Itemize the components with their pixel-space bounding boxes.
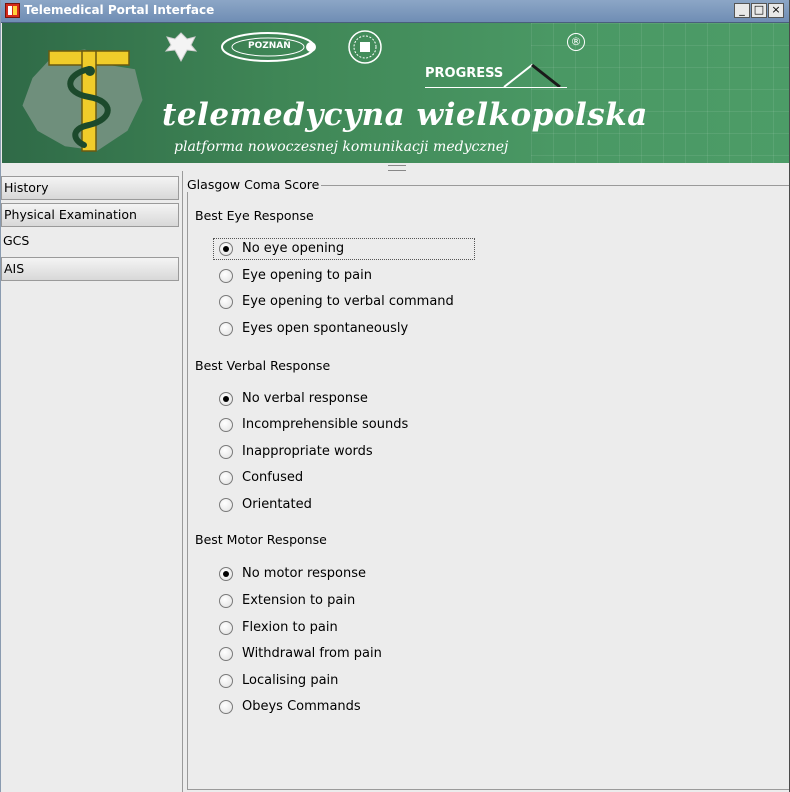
- radio-selected-icon[interactable]: [219, 567, 233, 581]
- progress-logo: PROGRESS: [425, 66, 504, 81]
- radio-label: Eye opening to verbal command: [242, 294, 454, 309]
- radio-unselected-icon[interactable]: [219, 621, 233, 635]
- sidebar-item-ais[interactable]: AIS: [1, 257, 179, 281]
- telemedicine-logo-icon: [48, 50, 130, 152]
- radio-unselected-icon[interactable]: [219, 471, 233, 485]
- sidebar-item-gcs[interactable]: GCS: [1, 230, 179, 254]
- university-seal-icon: [348, 30, 382, 64]
- radio-label: Incomprehensible sounds: [242, 417, 409, 432]
- motor-response-label: Best Motor Response: [195, 532, 327, 547]
- maximize-button[interactable]: □: [751, 3, 767, 18]
- app-window: Telemedical Portal Interface _ □ × POZNA…: [0, 0, 790, 792]
- radio-label: Extension to pain: [242, 593, 356, 608]
- eye-response-label: Best Eye Response: [195, 208, 314, 223]
- radio-label: Eye opening to pain: [242, 268, 372, 283]
- close-button[interactable]: ×: [768, 3, 784, 18]
- radio-unselected-icon[interactable]: [219, 498, 233, 512]
- radio-label: Orientated: [242, 497, 312, 512]
- radio-unselected-icon[interactable]: [219, 674, 233, 688]
- radio-selected-icon[interactable]: [219, 242, 233, 256]
- radio-label: Obeys Commands: [242, 699, 361, 714]
- app-icon: [5, 3, 20, 18]
- poznan-badge-text: POZNAŃ: [248, 41, 291, 51]
- verbal-response-label: Best Verbal Response: [195, 358, 331, 373]
- radio-label: Localising pain: [242, 673, 339, 688]
- title-bar[interactable]: Telemedical Portal Interface _ □ ×: [1, 0, 790, 23]
- radio-unselected-icon[interactable]: [219, 594, 233, 608]
- radio-unselected-icon[interactable]: [219, 269, 233, 283]
- radio-unselected-icon[interactable]: [219, 295, 233, 309]
- radio-label: Inappropriate words: [242, 444, 373, 459]
- banner-title: telemedycyna wielkopolska: [162, 97, 648, 133]
- window-title: Telemedical Portal Interface: [24, 3, 215, 17]
- radio-unselected-icon[interactable]: [219, 418, 233, 432]
- radio-label: No eye opening: [242, 241, 345, 256]
- progress-swoosh-icon: [503, 63, 561, 89]
- sidebar-item-history[interactable]: History: [1, 176, 179, 200]
- radio-label: Confused: [242, 470, 304, 485]
- sidebar-item-physical-examination[interactable]: Physical Examination: [1, 203, 179, 227]
- sidebar-nav: History Physical Examination GCS AIS: [1, 171, 183, 792]
- radio-unselected-icon[interactable]: [219, 445, 233, 459]
- banner-subtitle: platforma nowoczesnej komunikacji medycz…: [174, 139, 509, 155]
- radio-label: Eyes open spontaneously: [242, 321, 409, 336]
- split-divider-grip[interactable]: [388, 165, 406, 171]
- radio-label: No motor response: [242, 566, 367, 581]
- eagle-emblem-icon: [164, 32, 198, 63]
- header-banner: POZNAŃ PROGRESS ® telemedycyna wielkopol…: [2, 23, 790, 163]
- minimize-button[interactable]: _: [734, 3, 750, 18]
- gcs-group-title: Glasgow Coma Score: [187, 177, 322, 192]
- radio-selected-icon[interactable]: [219, 392, 233, 406]
- radio-unselected-icon[interactable]: [219, 700, 233, 714]
- banner-rule: [425, 87, 567, 88]
- radio-label: No verbal response: [242, 391, 368, 406]
- radio-unselected-icon[interactable]: [219, 647, 233, 661]
- radio-unselected-icon[interactable]: [219, 322, 233, 336]
- radio-label: Withdrawal from pain: [242, 646, 382, 661]
- registered-mark: ®: [567, 33, 585, 51]
- radio-label: Flexion to pain: [242, 620, 338, 635]
